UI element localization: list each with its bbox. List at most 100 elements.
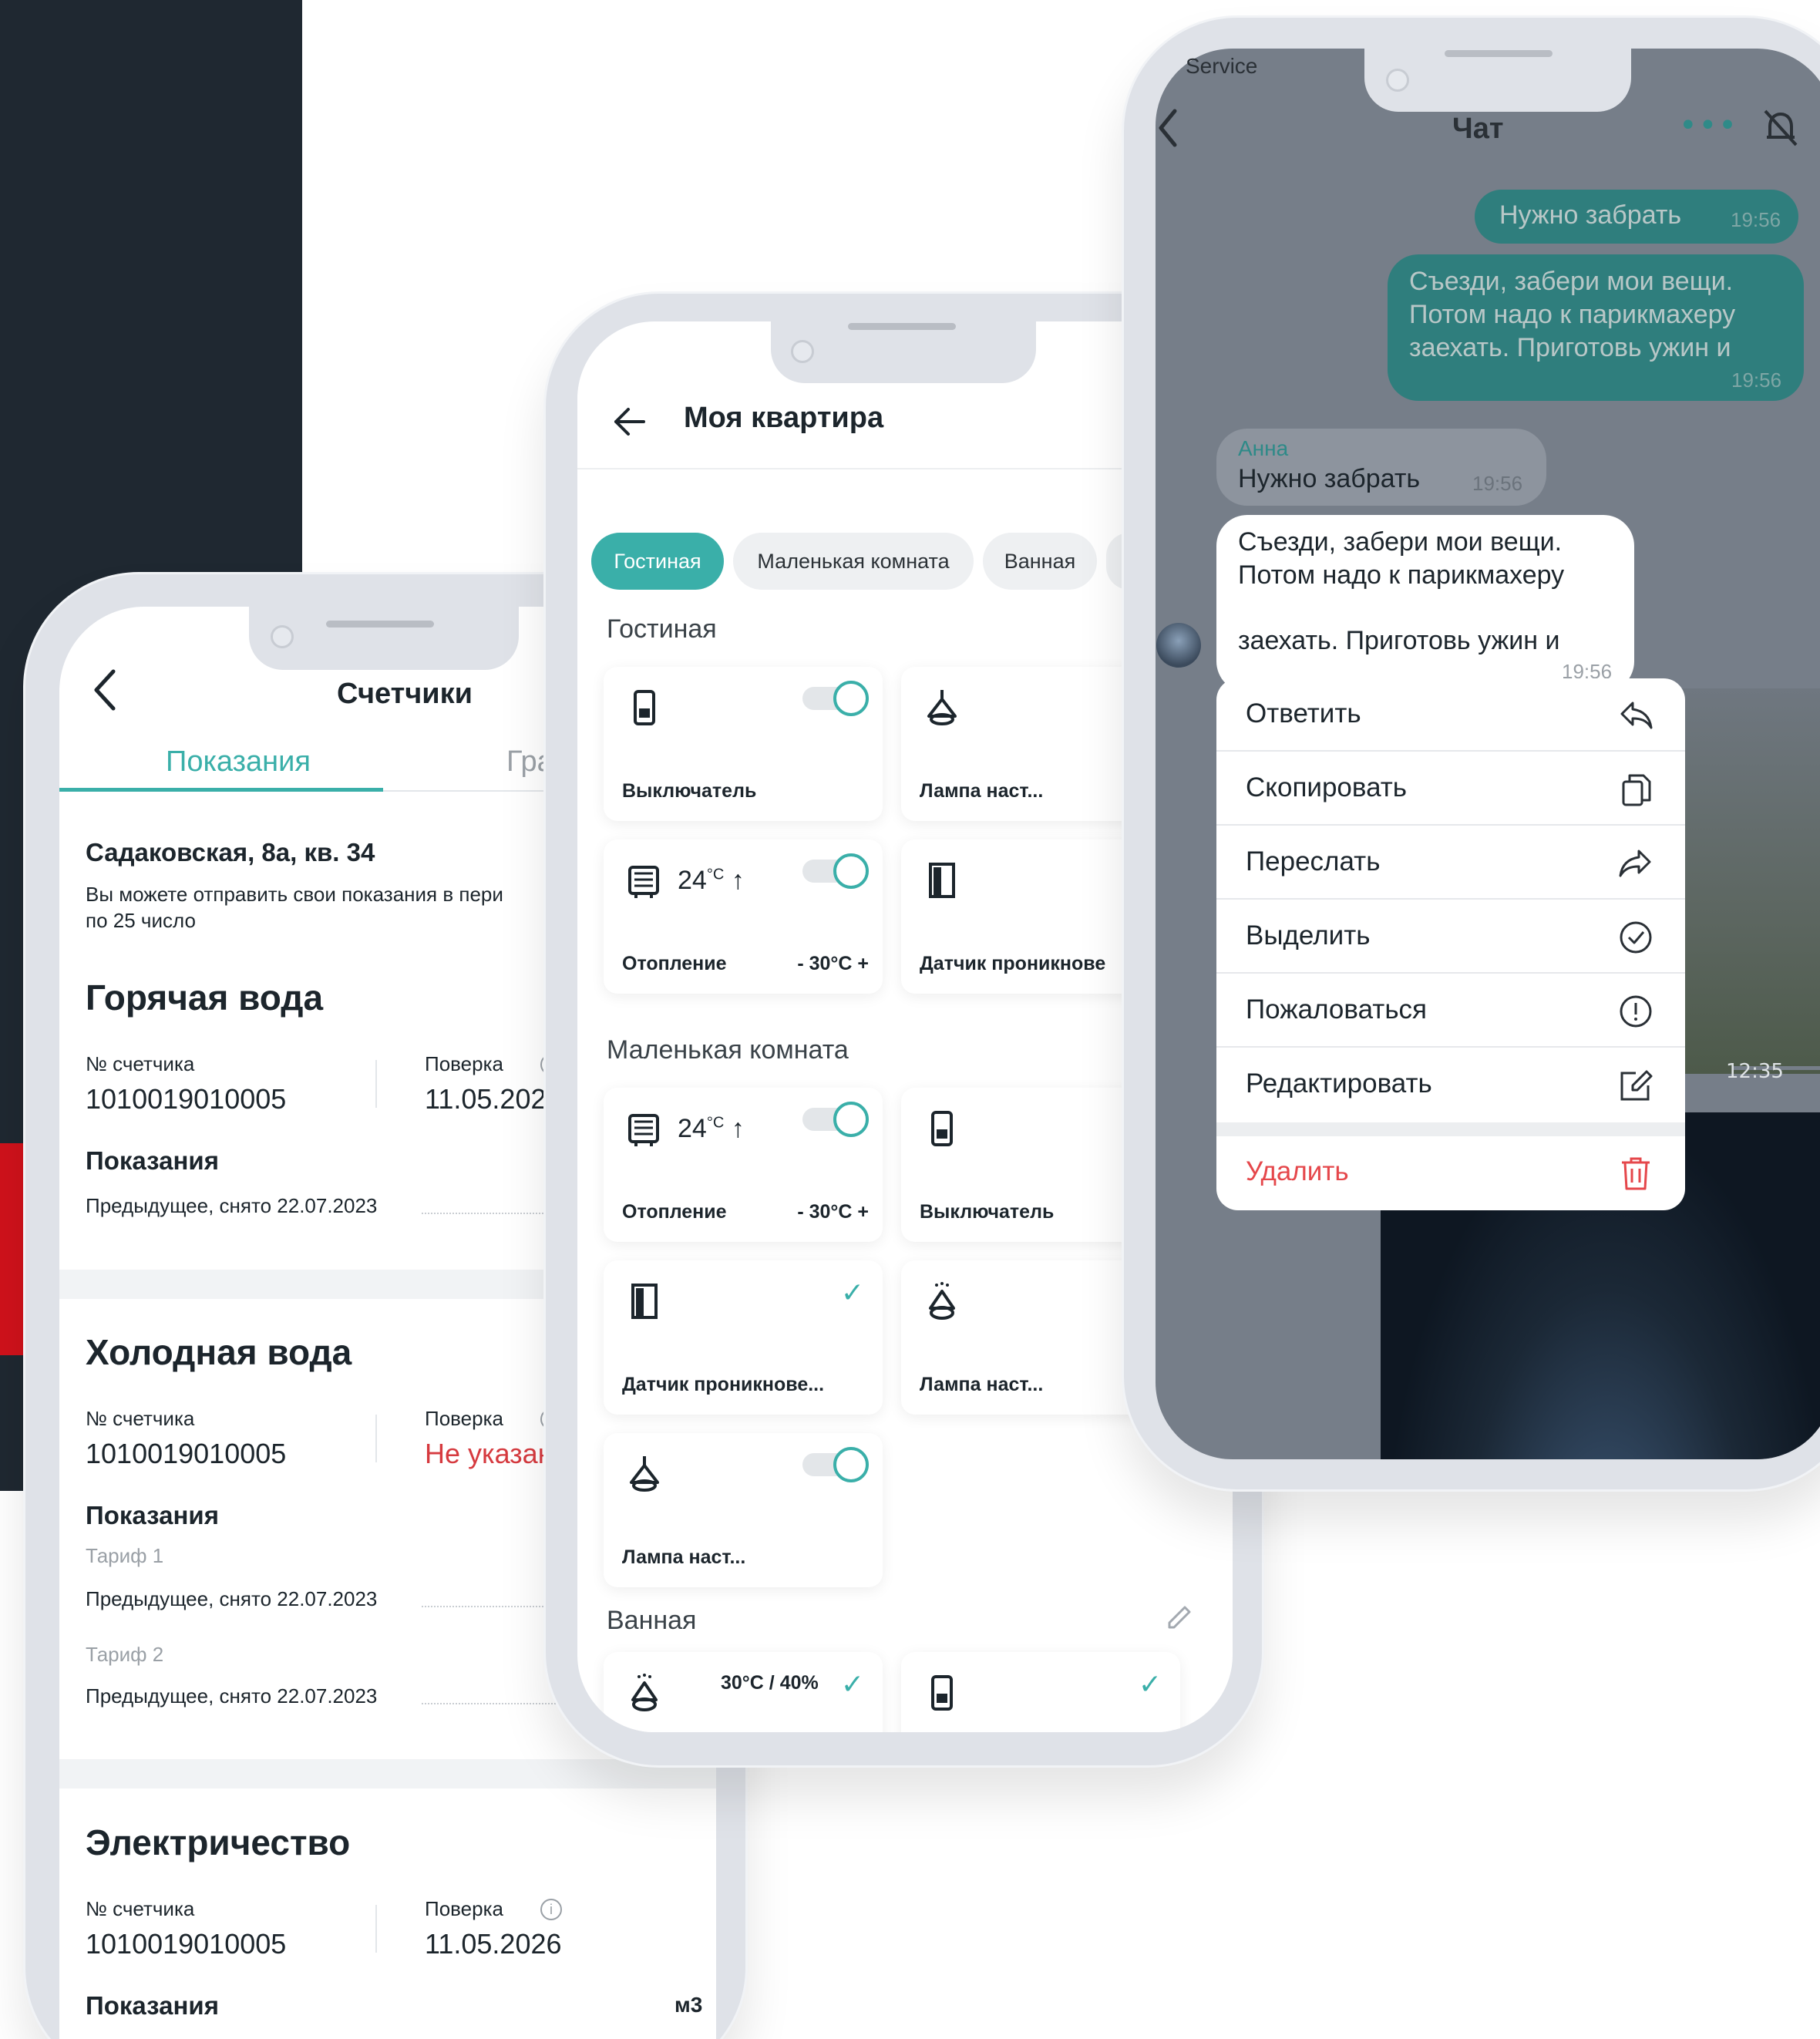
temperature: 24°C ↑ (678, 1114, 745, 1143)
hint-text-2: по 25 число (86, 909, 196, 932)
message-incoming[interactable]: Анна Нужно забрать 19:56 (1216, 429, 1546, 506)
section-electricity: Электричество (86, 1822, 351, 1862)
section-hot-water: Горячая вода (86, 977, 324, 1018)
device-name: Лампа наст... (920, 780, 1044, 802)
camera (271, 625, 294, 648)
device-name: Выключатель (622, 780, 757, 802)
switch-icon (931, 1675, 953, 1711)
switch-icon (931, 1111, 953, 1146)
device-card-heating[interactable]: 24°C ↑ Отопление - 30°C + (604, 1088, 883, 1242)
photo-time: 12:35 (1726, 1060, 1784, 1083)
more-dots-icon[interactable]: ••• (1679, 108, 1738, 143)
phone-notch (249, 607, 519, 670)
meter-number: 1010019010005 (86, 1083, 287, 1115)
check-label: Поверка (425, 1052, 503, 1075)
warning-circle-icon (1620, 995, 1652, 1028)
menu-item-delete[interactable]: Удалить (1216, 1136, 1685, 1210)
door-sensor-icon (631, 1284, 658, 1319)
menu-label: Пожаловаться (1246, 994, 1428, 1025)
red-accent-strip (0, 1143, 23, 1355)
message-outgoing[interactable]: Съезди, забери мои вещи. Потом надо к пар… (1388, 254, 1804, 401)
trash-icon (1622, 1157, 1650, 1190)
tariff-1-label: Тариф 1 (86, 1544, 164, 1567)
menu-label: Переслать (1246, 846, 1381, 877)
check-icon: ✓ (840, 1669, 864, 1701)
climate-reading: 30°C / 40% (721, 1672, 819, 1694)
door-sensor-icon (929, 863, 955, 898)
temperature-stepper[interactable]: - 30°C + (797, 1201, 869, 1223)
toggle-switch[interactable] (802, 853, 869, 889)
toggle-switch[interactable] (802, 1447, 869, 1482)
meter-number-label: № счетчика (86, 1897, 195, 1920)
tab-living-room[interactable]: Гостиная (591, 533, 724, 590)
menu-label: Редактировать (1246, 1068, 1432, 1099)
room-title-bathroom: Ванная (607, 1606, 697, 1635)
reply-icon (1620, 702, 1653, 729)
menu-item-reply[interactable]: Ответить (1216, 678, 1685, 752)
divider (375, 1415, 377, 1462)
page-title: Моя квартира (684, 402, 884, 434)
speaker (848, 323, 956, 330)
readings-label: Показания (86, 1991, 219, 2020)
hint-text-1: Вы можете отправить свои показания в пер… (86, 883, 503, 906)
speaker (326, 621, 434, 628)
meter-number-label: № счетчика (86, 1407, 195, 1430)
tab-bathroom[interactable]: Ванная (983, 533, 1097, 590)
device-card-heating[interactable]: 24°C ↑ Отопление - 30°C + (604, 839, 883, 994)
menu-item-copy[interactable]: Скопировать (1216, 752, 1685, 826)
message-text: Съезди, забери мои вещи. Потом надо к пар… (1409, 267, 1736, 362)
camera (791, 340, 814, 363)
device-name: Датчик проникнове (920, 953, 1106, 974)
message-text: Нужно забрать (1499, 200, 1682, 230)
info-icon[interactable]: i (540, 1899, 562, 1920)
back-arrow-icon[interactable] (613, 406, 647, 437)
device-name: Лампа наст... (622, 1546, 746, 1568)
lamp-icon (630, 1456, 659, 1492)
camera (1386, 69, 1409, 92)
divider (375, 1905, 377, 1953)
message-time: 19:56 (1472, 472, 1523, 495)
message-selected[interactable]: Съезди, забери мои вещи. Потом надо к пар… (1216, 515, 1634, 692)
device-card-lamp[interactable]: Лампа наст... (604, 1433, 883, 1587)
device-name: Лампа наст... (920, 1374, 1044, 1395)
switch-icon (634, 690, 655, 725)
check-circle-icon (1620, 921, 1652, 954)
avatar[interactable] (1156, 623, 1201, 668)
back-chevron-icon[interactable] (1156, 108, 1179, 148)
previous-reading: Предыдущее, снято 22.07.2023 (86, 1684, 378, 1708)
divider (375, 1060, 377, 1108)
radiator-icon (628, 866, 659, 898)
toggle-switch[interactable] (802, 681, 869, 716)
device-card-sensor[interactable]: ✓ Датчик проникнове... (604, 1260, 883, 1415)
room-title-living: Гостиная (607, 614, 717, 644)
device-card-switch[interactable]: Выключатель (604, 667, 883, 821)
previous-reading: Предыдущее, снято 22.07.2023 (86, 1587, 378, 1610)
lamp-icon (927, 690, 957, 725)
temperature-stepper[interactable]: - 30°C + (797, 953, 869, 975)
tariff-2-label: Тариф 2 (86, 1643, 164, 1666)
message-outgoing[interactable]: Нужно забрать 19:56 (1475, 190, 1798, 244)
meter-number: 1010019010005 (86, 1928, 287, 1960)
menu-item-select[interactable]: Выделить (1216, 900, 1685, 974)
toggle-switch[interactable] (802, 1102, 869, 1137)
humidifier-icon (631, 1674, 658, 1711)
tab-indicator (59, 788, 383, 792)
menu-item-edit[interactable]: Редактировать (1216, 1048, 1685, 1122)
message-text: Съезди, забери мои вещи. Потом надо к пар… (1238, 527, 1565, 655)
edit-pencil-icon[interactable] (1163, 1603, 1194, 1634)
bell-off-icon[interactable] (1762, 108, 1799, 148)
check-date: 11.05.2026 (425, 1928, 562, 1960)
menu-item-forward[interactable]: Переслать (1216, 826, 1685, 900)
copy-icon (1622, 774, 1651, 806)
lamp-icon (929, 1282, 955, 1320)
device-card-switch[interactable]: ✓ (901, 1652, 1180, 1732)
tab-readings[interactable]: Показания (166, 745, 311, 779)
check-icon: ✓ (1138, 1669, 1162, 1701)
forward-icon (1619, 850, 1651, 877)
tab-small-room[interactable]: Маленькая комната (733, 533, 974, 590)
check-label: Поверка (425, 1407, 503, 1430)
back-chevron-icon[interactable] (92, 668, 118, 712)
menu-item-report[interactable]: Пожаловаться (1216, 974, 1685, 1048)
device-card-humidifier[interactable]: 30°C / 40% ✓ (604, 1652, 883, 1732)
meter-number-label: № счетчика (86, 1052, 195, 1075)
